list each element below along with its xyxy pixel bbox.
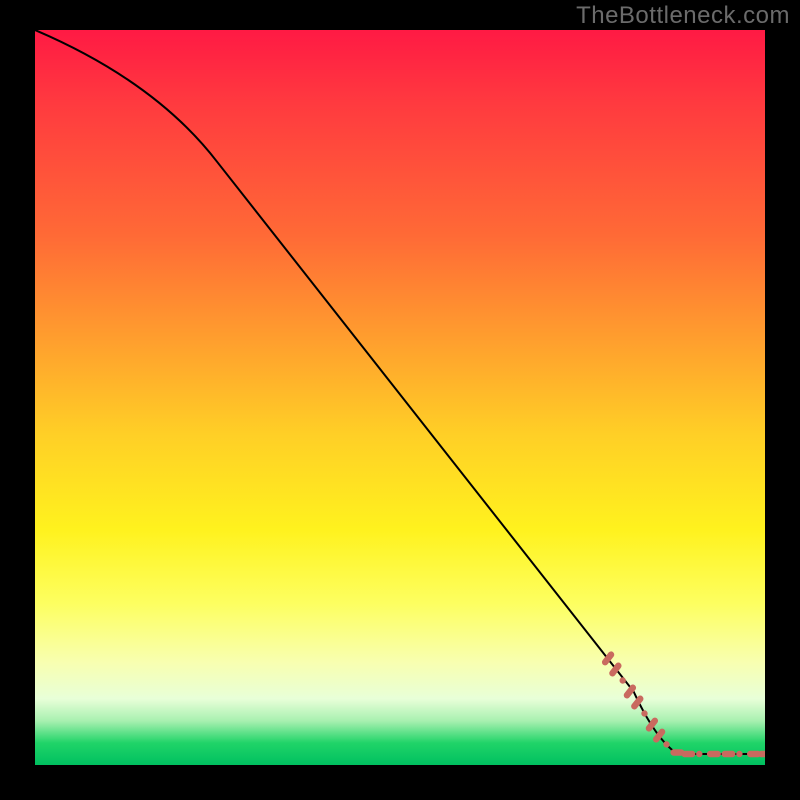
plot-svg: [35, 30, 765, 765]
highlight-dashes: [601, 650, 765, 757]
chart-frame: TheBottleneck.com: [0, 0, 800, 800]
bottleneck-curve: [35, 30, 765, 754]
plot-area: [35, 30, 765, 765]
watermark-text: TheBottleneck.com: [576, 2, 790, 30]
